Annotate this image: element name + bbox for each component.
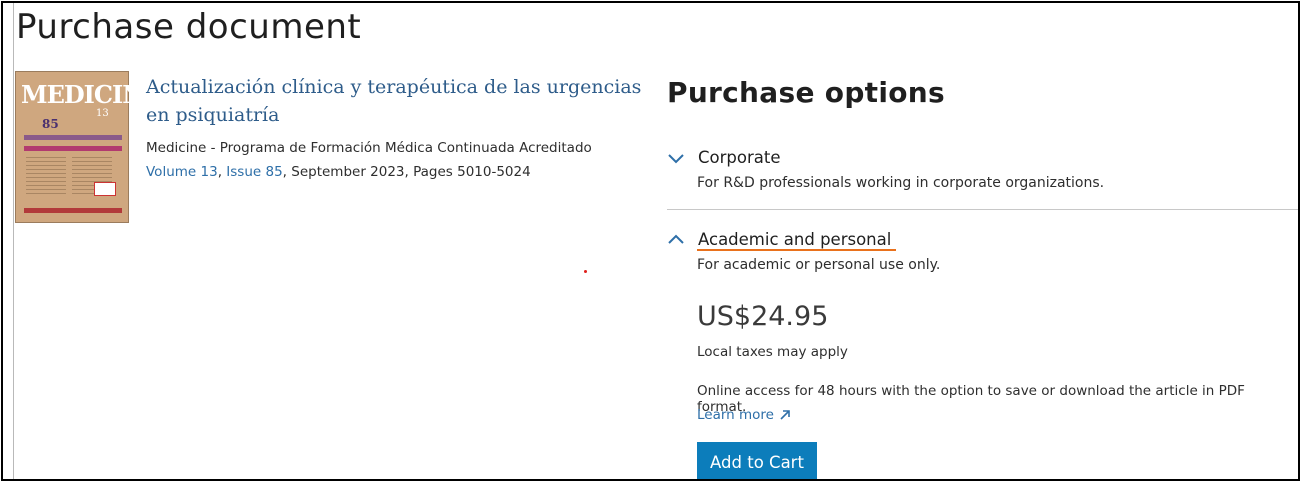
cover-band [24,146,122,151]
cursor-dot [584,270,587,273]
page-title: Purchase document [16,7,362,47]
cover-masthead: MEDICINE [21,80,161,109]
cover-badge [94,182,116,196]
option-academic-label: Academic and personal [698,230,892,249]
option-corporate-description: For R&D professionals working in corpora… [697,175,1105,191]
learn-more-link[interactable]: Learn more [697,407,791,423]
chevron-down-icon [668,153,684,163]
taxes-note: Local taxes may apply [697,344,848,360]
chevron-up-icon [668,234,684,244]
article-title-link[interactable]: Actualización clínica y terapéutica de l… [146,73,656,129]
selected-option-underline [697,249,896,251]
price: US$24.95 [697,301,829,332]
issue-separator: , [217,164,227,180]
option-corporate-label: Corporate [698,148,781,167]
cover-text-column [26,154,66,194]
cover-footer-band [24,208,122,213]
date-pages: , September 2023, Pages 5010-5024 [282,164,531,180]
page-frame: Purchase document MEDICINE 13 85 Actuali… [1,1,1300,481]
option-divider [667,209,1298,210]
left-border-line [13,3,14,479]
option-academic-toggle[interactable]: Academic and personal [667,230,891,249]
issue-info: Volume 13, Issue 85, September 2023, Pag… [146,164,531,180]
volume-link[interactable]: Volume 13 [146,164,218,180]
issue-link[interactable]: Issue 85 [226,164,282,180]
cover-issue-number: 85 [42,117,59,131]
journal-name: Medicine - Programa de Formación Médica … [146,140,592,156]
purchase-options-title: Purchase options [667,76,945,109]
learn-more-label: Learn more [697,407,774,423]
cover-volume-number: 13 [96,108,109,119]
option-academic-description: For academic or personal use only. [697,257,941,273]
add-to-cart-button[interactable]: Add to Cart [697,442,817,479]
journal-cover-image[interactable]: MEDICINE 13 85 [15,71,161,223]
external-link-icon [780,410,790,420]
option-corporate-toggle[interactable]: Corporate [667,148,780,167]
cover-band [24,135,122,140]
